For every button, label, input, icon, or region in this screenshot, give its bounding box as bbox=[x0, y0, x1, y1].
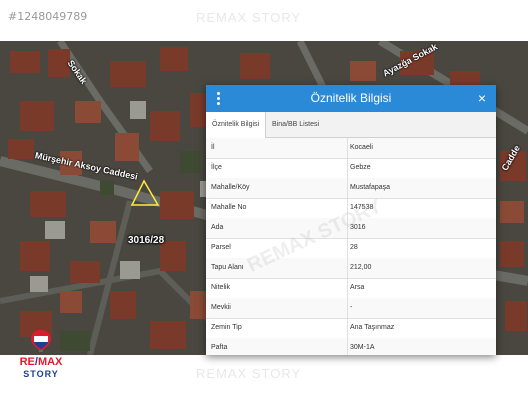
listing-id: #1248049789 bbox=[8, 10, 88, 23]
remax-wordmark: RE/MAX bbox=[10, 356, 72, 368]
row-key: Zemin Tip bbox=[211, 324, 242, 331]
watermark-top: REMAX STORY bbox=[196, 10, 302, 25]
row-key: İlçe bbox=[211, 164, 222, 171]
table-row: Parsel 28 bbox=[206, 238, 496, 259]
row-value: Gebze bbox=[347, 158, 371, 178]
row-key: Tapu Alanı bbox=[211, 264, 244, 271]
wordmark-re: RE bbox=[19, 356, 35, 368]
row-value: Mustafapaşa bbox=[347, 178, 390, 198]
row-value: 30M-1A bbox=[347, 338, 375, 355]
dialog-tabs: Öznitelik Bilgisi Bina/BB Listesi bbox=[206, 112, 496, 138]
table-row: Mahalle/Köy Mustafapaşa bbox=[206, 178, 496, 199]
row-key: Nitelik bbox=[211, 284, 231, 291]
close-icon[interactable]: × bbox=[475, 90, 489, 106]
table-row: Mahalle No 147538 bbox=[206, 198, 496, 219]
row-value: 3016 bbox=[347, 218, 366, 238]
remax-office-name: STORY bbox=[23, 369, 59, 379]
dialog-title: Öznitelik Bilgisi bbox=[310, 91, 392, 105]
row-key: Mahalle No bbox=[211, 204, 247, 211]
table-row: Ada 3016 bbox=[206, 218, 496, 239]
row-value: 147538 bbox=[347, 198, 373, 218]
table-row: Mevkii - bbox=[206, 298, 496, 319]
top-band: #1248049789 REMAX STORY bbox=[0, 0, 528, 41]
row-value: Kocaeli bbox=[347, 138, 373, 158]
row-value: 212,00 bbox=[347, 258, 371, 278]
balloon-icon bbox=[31, 330, 51, 352]
row-key: Mevkii bbox=[211, 304, 231, 311]
attribute-info-dialog: Öznitelik Bilgisi × Öznitelik Bilgisi Bi… bbox=[206, 85, 496, 355]
row-value: 28 bbox=[347, 238, 358, 258]
table-row: Nitelik Arsa bbox=[206, 278, 496, 299]
watermark-bottom: REMAX STORY bbox=[196, 366, 302, 381]
row-key: Mahalle/Köy bbox=[211, 184, 250, 191]
wordmark-max: MAX bbox=[37, 356, 63, 368]
row-value: Arsa bbox=[347, 278, 364, 298]
table-row: İlçe Gebze bbox=[206, 158, 496, 179]
table-row: Zemin Tip Ana Taşınmaz bbox=[206, 318, 496, 339]
row-key: İl bbox=[211, 144, 215, 151]
table-row: Pafta 30M-1A bbox=[206, 338, 496, 355]
tab-building-list[interactable]: Bina/BB Listesi bbox=[266, 112, 325, 137]
tab-attribute-info[interactable]: Öznitelik Bilgisi bbox=[206, 112, 267, 138]
row-key: Parsel bbox=[211, 244, 231, 251]
dialog-header: Öznitelik Bilgisi × bbox=[206, 85, 496, 112]
parcel-label: 3016/28 bbox=[128, 235, 165, 246]
table-row: İl Kocaeli bbox=[206, 138, 496, 159]
table-row: Tapu Alanı 212,00 bbox=[206, 258, 496, 279]
row-value: Ana Taşınmaz bbox=[347, 318, 394, 338]
remax-logo: RE/MAX STORY bbox=[10, 330, 72, 380]
row-value: - bbox=[347, 298, 352, 318]
row-key: Pafta bbox=[211, 344, 228, 351]
row-key: Ada bbox=[211, 224, 224, 231]
